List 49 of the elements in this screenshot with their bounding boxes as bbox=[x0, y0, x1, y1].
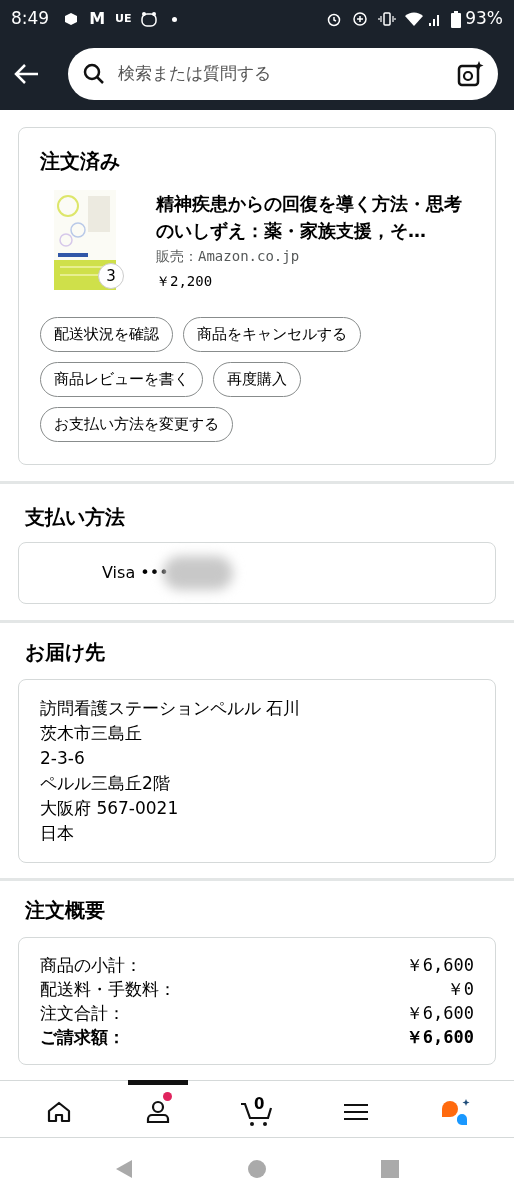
notification-label: M bbox=[89, 8, 106, 30]
section-title: 注文済み bbox=[40, 148, 121, 175]
home-icon[interactable] bbox=[47, 1100, 72, 1123]
summary-value: ￥6,600 bbox=[405, 954, 474, 977]
account-icon[interactable] bbox=[145, 1099, 172, 1124]
address-line: 茨木市三島丘 bbox=[40, 722, 143, 745]
section-title: 支払い方法 bbox=[25, 504, 126, 531]
wifi-icon bbox=[404, 11, 425, 27]
data-saver-icon bbox=[352, 11, 369, 27]
price-text: ￥2,200 bbox=[156, 272, 214, 291]
action-button[interactable]: 配送状況を確認 bbox=[40, 317, 173, 352]
notification-icon bbox=[63, 12, 80, 26]
back-arrow-icon[interactable] bbox=[14, 63, 40, 85]
battery-percent: 93% bbox=[465, 7, 503, 31]
address-line: 訪問看護ステーションペルル 石川 bbox=[40, 697, 302, 720]
address-line: 2-3-6 bbox=[40, 747, 86, 770]
search-field[interactable]: 検索または質問する bbox=[118, 61, 456, 87]
action-button[interactable]: 再度購入 bbox=[213, 362, 301, 397]
action-button[interactable]: 商品をキャンセルする bbox=[183, 317, 361, 352]
cart-button[interactable]: 0 bbox=[240, 1096, 274, 1127]
search-icon bbox=[82, 62, 106, 86]
summary-label: 商品の小計： bbox=[40, 954, 142, 977]
nav-tab[interactable]: 0 bbox=[227, 1080, 287, 1138]
summary-value: ￥6,600 bbox=[405, 1002, 474, 1025]
address-line: ペルル三島丘2階 bbox=[40, 772, 171, 795]
payment-method: Visa ••• bbox=[102, 562, 169, 584]
address-line: 日本 bbox=[40, 822, 75, 845]
notification-label: UE bbox=[115, 10, 132, 27]
seller-text: 販売：Amazon.co.jp bbox=[156, 247, 301, 266]
summary-value: ￥0 bbox=[446, 978, 474, 1001]
summary-label: 注文合計： bbox=[40, 1002, 125, 1025]
summary-label: ご請求額： bbox=[40, 1026, 125, 1049]
notification-icon bbox=[139, 11, 158, 27]
search-bar[interactable]: 検索または質問する bbox=[68, 48, 498, 100]
battery-icon bbox=[451, 10, 462, 28]
section-title: お届け先 bbox=[25, 639, 106, 666]
address-line: 大阪府 567-0021 bbox=[40, 797, 180, 820]
summary-label: 配送料・手数料： bbox=[40, 978, 176, 1001]
section-title: 注文概要 bbox=[25, 897, 106, 924]
vibrate-icon bbox=[378, 12, 397, 26]
status-time: 8:49 bbox=[11, 7, 50, 31]
alarm-icon bbox=[326, 11, 343, 27]
cart-count: 0 bbox=[254, 1093, 265, 1115]
menu-icon[interactable] bbox=[343, 1102, 368, 1121]
product-title[interactable]: 精神疾患からの回復を導く方法・思考のいしずえ：薬・家族支援，そ… bbox=[156, 190, 474, 244]
action-button[interactable]: 商品レビューを書く bbox=[40, 362, 203, 397]
summary-value: ￥6,600 bbox=[405, 1026, 474, 1049]
camera-icon[interactable] bbox=[456, 60, 484, 88]
action-button[interactable]: お支払い方法を変更する bbox=[40, 407, 233, 442]
